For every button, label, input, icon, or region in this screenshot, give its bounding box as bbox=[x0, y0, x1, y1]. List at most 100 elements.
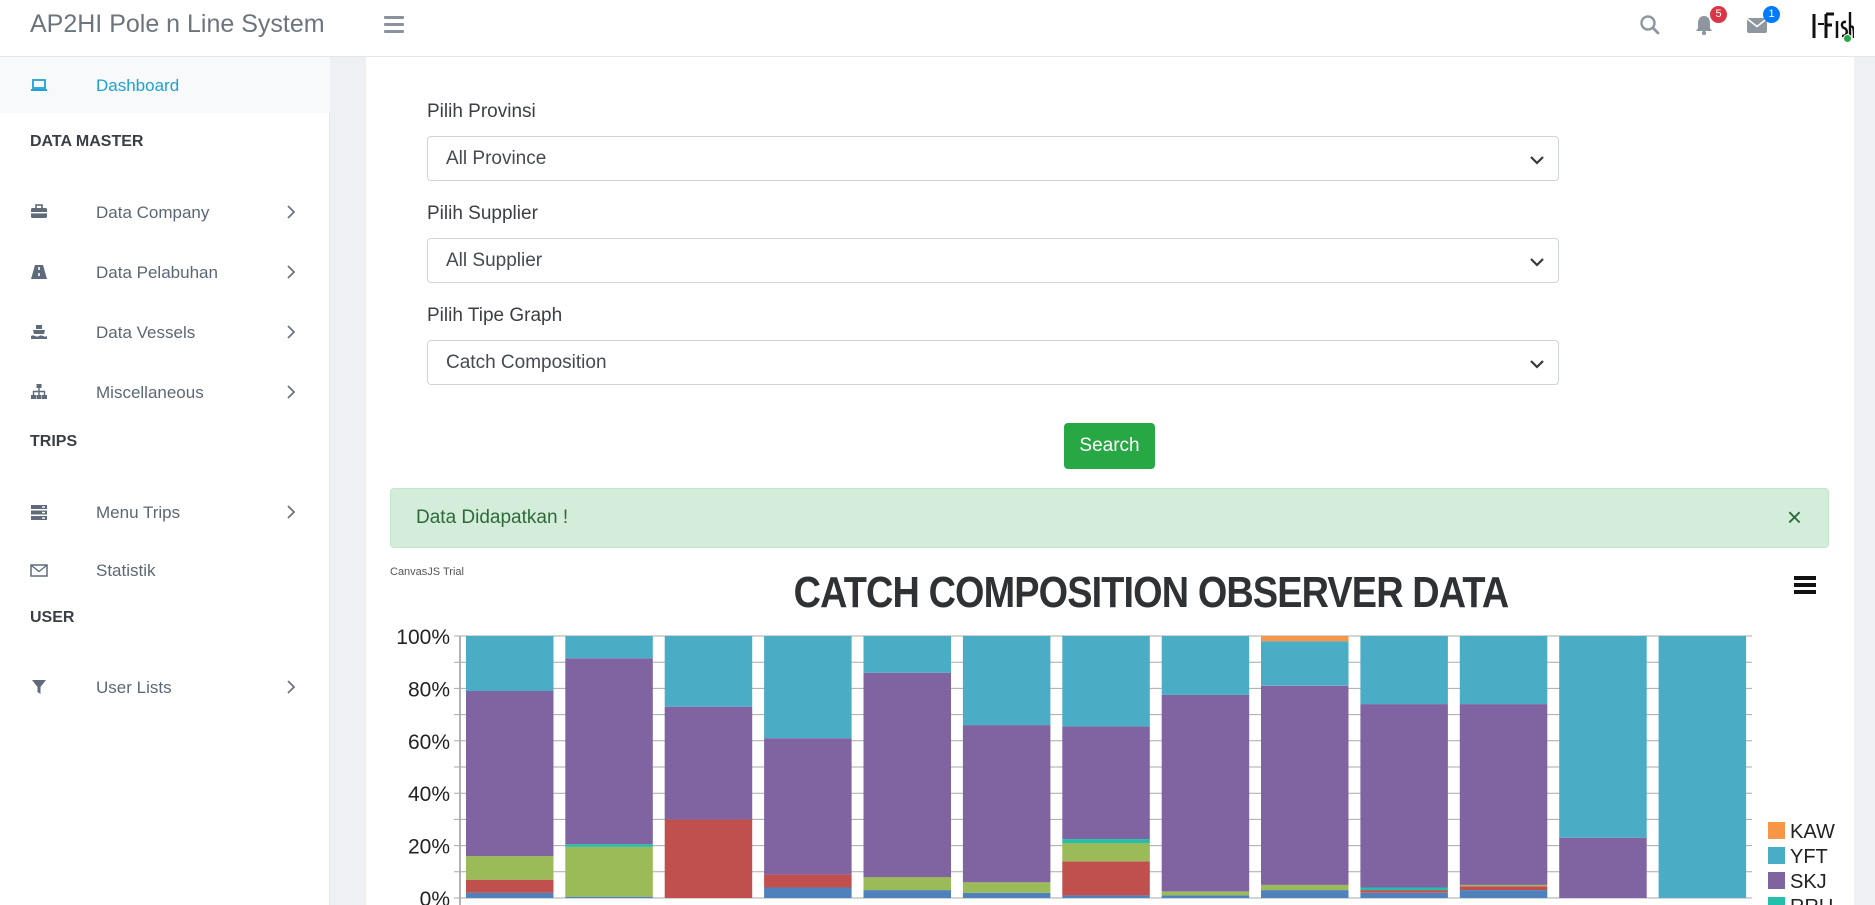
sidebar-item-data-pelabuhan[interactable]: Data Pelabuhan bbox=[0, 253, 330, 293]
bar-segment bbox=[863, 890, 951, 898]
sidebar-item-data-company[interactable]: Data Company bbox=[0, 193, 330, 233]
top-navbar: AP2HI Pole n Line System 5 1 bbox=[0, 0, 1875, 57]
bar-segment bbox=[1261, 641, 1349, 686]
bar-segment bbox=[466, 691, 554, 857]
y-tick-label: 20% bbox=[408, 836, 450, 859]
bar-segment bbox=[863, 672, 951, 878]
chevron-down-icon bbox=[1530, 255, 1544, 267]
sidebar-item-dashboard[interactable]: Dashboard bbox=[0, 66, 330, 106]
sidebar-item-label: User Lists bbox=[96, 678, 172, 697]
chevron-right-icon bbox=[284, 505, 298, 519]
sidebar-item-label: Miscellaneous bbox=[96, 383, 204, 402]
bar-segment bbox=[1161, 636, 1250, 695]
legend-swatch bbox=[1768, 897, 1785, 905]
graph-type-select[interactable]: Catch Composition bbox=[427, 340, 1559, 385]
legend-label: YFT bbox=[1790, 846, 1828, 868]
server-icon bbox=[30, 503, 48, 521]
bar-segment bbox=[1062, 636, 1150, 727]
bell-icon[interactable]: 5 bbox=[1693, 6, 1727, 38]
sidebar-item-data-vessels[interactable]: Data Vessels bbox=[0, 313, 330, 353]
alert-message: Data Didapatkan ! bbox=[416, 507, 569, 528]
sidebar-toggle-icon[interactable] bbox=[384, 16, 404, 34]
bar-segment bbox=[664, 819, 753, 898]
bar-segment bbox=[565, 844, 653, 847]
sidebar-item-menu-trips[interactable]: Menu Trips bbox=[0, 493, 330, 533]
province-select-value: All Province bbox=[446, 148, 547, 169]
bar-segment bbox=[664, 706, 753, 820]
bar-segment bbox=[664, 636, 753, 707]
sitemap-icon bbox=[30, 383, 48, 401]
bar-segment bbox=[1360, 704, 1448, 888]
sidebar-item-label: Data Company bbox=[96, 203, 210, 222]
bar-segment bbox=[1459, 704, 1548, 885]
sidebar-item-user-lists[interactable]: User Lists bbox=[0, 668, 330, 708]
online-status-dot bbox=[1843, 34, 1852, 43]
graph-type-select-value: Catch Composition bbox=[446, 352, 607, 373]
bar-segment bbox=[1161, 891, 1250, 896]
graph-type-label: Pilih Tipe Graph bbox=[427, 305, 563, 326]
y-tick-label: 40% bbox=[408, 783, 450, 806]
bar-segment bbox=[1062, 895, 1150, 898]
bar-segment bbox=[764, 738, 852, 875]
chevron-right-icon bbox=[284, 385, 298, 399]
bar-segment bbox=[1459, 636, 1548, 705]
bar-segment bbox=[1360, 887, 1448, 891]
y-tick-label: 0% bbox=[420, 888, 450, 905]
close-icon[interactable]: × bbox=[1787, 504, 1802, 530]
bar-segment bbox=[1459, 884, 1548, 887]
message-badge: 1 bbox=[1763, 6, 1780, 23]
province-label: Pilih Provinsi bbox=[427, 101, 536, 122]
bar-segment bbox=[1360, 892, 1448, 898]
bar-segment bbox=[466, 879, 554, 893]
legend-swatch bbox=[1768, 822, 1785, 839]
supplier-select[interactable]: All Supplier bbox=[427, 238, 1559, 283]
bar-segment bbox=[1360, 636, 1448, 705]
sidebar-item-label: Data Vessels bbox=[96, 323, 196, 342]
y-tick-label: 80% bbox=[408, 678, 450, 701]
sidebar-section-user: USER bbox=[30, 609, 75, 626]
search-button[interactable]: Search bbox=[1064, 423, 1155, 469]
legend-swatch bbox=[1768, 847, 1785, 864]
bar-segment bbox=[1459, 890, 1548, 898]
bar-segment bbox=[863, 636, 951, 673]
bar-segment bbox=[962, 892, 1051, 898]
laptop-icon bbox=[30, 76, 48, 94]
bar-segment bbox=[1360, 890, 1448, 893]
supplier-select-value: All Supplier bbox=[446, 250, 543, 271]
catch-composition-chart: CanvasJS Trial CATCH COMPOSITION OBSERVE… bbox=[390, 560, 1840, 905]
supplier-label: Pilih Supplier bbox=[427, 203, 538, 224]
bar-segment bbox=[565, 636, 653, 659]
legend-label: SKJ bbox=[1790, 871, 1827, 893]
sidebar-item-label: Menu Trips bbox=[96, 503, 181, 522]
sidebar-item-statistik[interactable]: Statistik bbox=[0, 551, 330, 591]
bar-segment bbox=[466, 892, 554, 898]
bar-segment bbox=[565, 846, 653, 897]
app-title[interactable]: AP2HI Pole n Line System bbox=[30, 10, 325, 39]
legend-label: RRU bbox=[1790, 896, 1833, 905]
chart-plot: 0% 20% 40% 60% 80% 100% KAW YFT SKJ RRU bbox=[396, 626, 1835, 905]
legend-swatch bbox=[1768, 872, 1785, 889]
envelope-icon[interactable]: 1 bbox=[1746, 6, 1780, 38]
bar-segment bbox=[1062, 839, 1150, 843]
sidebar-item-label: Statistik bbox=[96, 561, 156, 580]
bar-segment bbox=[764, 887, 852, 898]
y-tick-label: 60% bbox=[408, 731, 450, 754]
notification-badge: 5 bbox=[1710, 6, 1727, 23]
sidebar-item-label: Data Pelabuhan bbox=[96, 263, 218, 282]
bar-segment bbox=[1161, 694, 1250, 892]
sidebar-item-miscellaneous[interactable]: Miscellaneous bbox=[0, 373, 330, 413]
sidebar-section-trips: TRIPS bbox=[30, 433, 78, 450]
bar-segment bbox=[1559, 636, 1647, 838]
bar-segment bbox=[962, 882, 1051, 893]
bar-segment bbox=[1459, 886, 1548, 891]
search-icon[interactable] bbox=[1639, 14, 1663, 38]
bar-segment bbox=[1261, 890, 1349, 898]
chevron-down-icon bbox=[1530, 153, 1544, 165]
bar-segment bbox=[466, 856, 554, 880]
province-select[interactable]: All Province bbox=[427, 136, 1559, 181]
bar-segment bbox=[466, 636, 554, 691]
bar-segment bbox=[1658, 636, 1747, 898]
success-alert: Data Didapatkan ! × bbox=[390, 488, 1829, 548]
bar-segment bbox=[1062, 726, 1150, 840]
briefcase-icon bbox=[30, 203, 48, 221]
